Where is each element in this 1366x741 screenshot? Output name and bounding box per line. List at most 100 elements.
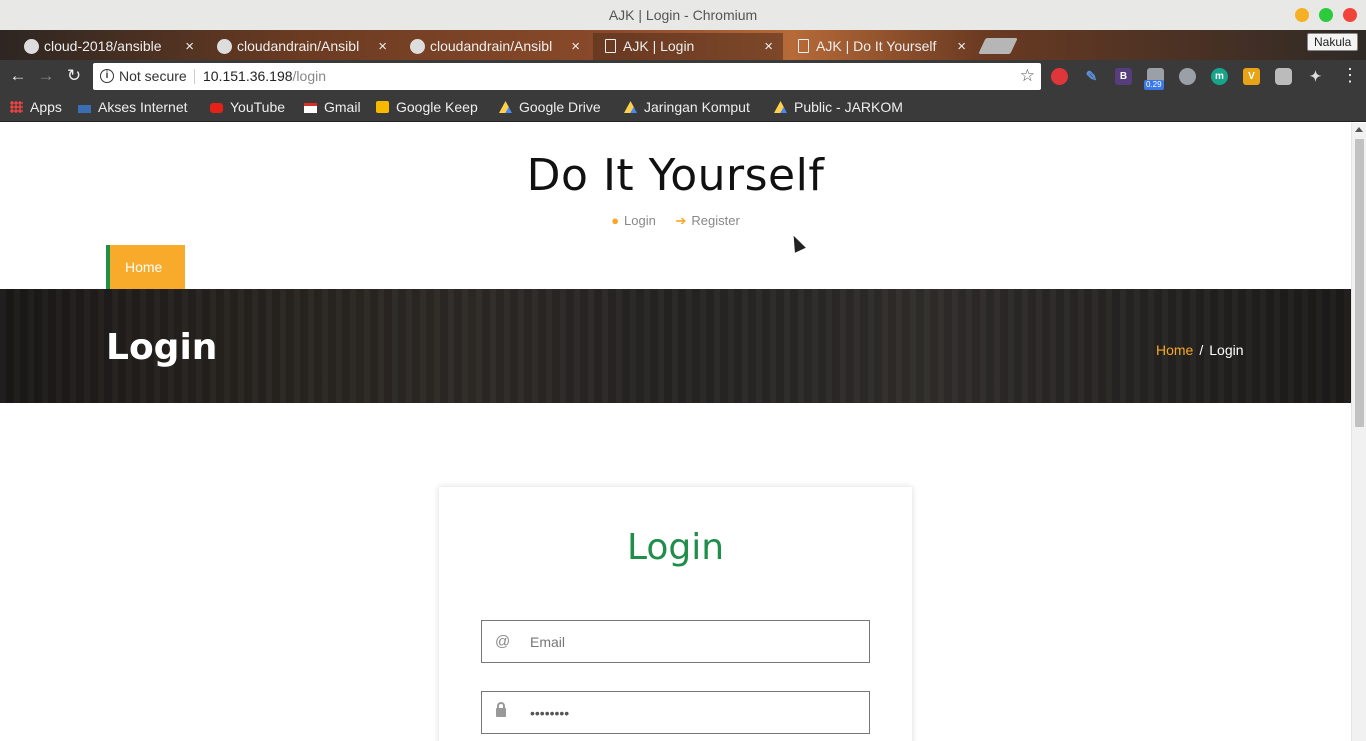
forward-arrow-icon[interactable]: → bbox=[36, 66, 56, 86]
page-banner: Login Home / Login bbox=[0, 289, 1351, 403]
drive-icon bbox=[774, 101, 787, 113]
reload-icon[interactable]: ↻ bbox=[64, 66, 84, 86]
tab-2[interactable]: cloudandrain/Ansibl × bbox=[207, 33, 397, 60]
bookmark-star-icon[interactable]: ☆ bbox=[1020, 66, 1035, 86]
tab-close-icon[interactable]: × bbox=[378, 33, 387, 60]
breadcrumb-separator: / bbox=[1199, 342, 1204, 358]
stop-hand-icon[interactable] bbox=[1051, 68, 1068, 85]
tab-close-icon[interactable]: × bbox=[185, 33, 194, 60]
url-divider bbox=[194, 69, 195, 84]
bootstrap-icon[interactable]: B bbox=[1115, 68, 1132, 85]
minimize-button[interactable] bbox=[1295, 8, 1309, 22]
bookmark-youtube[interactable]: YouTube bbox=[210, 93, 285, 121]
drive-icon bbox=[499, 101, 512, 113]
chat-icon[interactable] bbox=[1275, 68, 1292, 85]
tab-close-icon[interactable]: × bbox=[764, 33, 773, 60]
m-icon[interactable]: m bbox=[1211, 68, 1228, 85]
tab-label: AJK | Do It Yourself bbox=[816, 38, 937, 54]
scroll-up-icon[interactable] bbox=[1355, 127, 1363, 132]
bookmark-label: Google Drive bbox=[519, 99, 601, 115]
page-scrollbar[interactable] bbox=[1351, 123, 1366, 741]
browser-toolbar: ← → ↻ i Not secure 10.151.36.198/login ☆… bbox=[0, 60, 1366, 93]
window-title: AJK | Login - Chromium bbox=[608, 7, 758, 23]
bookmark-apps[interactable]: Apps bbox=[10, 93, 62, 121]
login-card-title: Login bbox=[626, 527, 725, 568]
bookmark-label: Apps bbox=[30, 99, 62, 115]
bookmark-label: Google Keep bbox=[396, 99, 478, 115]
tab-5[interactable]: AJK | Do It Yourself × bbox=[786, 33, 976, 60]
bookmark-jaringan-komputer[interactable]: Jaringan Komput bbox=[624, 93, 760, 121]
url-path: /login bbox=[292, 68, 326, 84]
tab-strip: cloud-2018/ansible × cloudandrain/Ansibl… bbox=[0, 30, 1366, 60]
extension-badge: 0.29 bbox=[1144, 80, 1164, 90]
github-icon bbox=[24, 39, 39, 54]
tab-close-icon[interactable]: × bbox=[571, 33, 580, 60]
new-tab-button[interactable] bbox=[978, 38, 1018, 54]
tab-label: cloudandrain/Ansibl bbox=[430, 38, 553, 54]
page-viewport: Do It Yourself ● Login ➔ Register Home Log… bbox=[0, 123, 1351, 741]
breadcrumb: Home / Login bbox=[1156, 342, 1244, 358]
bookmark-label: Gmail bbox=[324, 99, 361, 115]
youtube-icon bbox=[210, 103, 223, 113]
bookmark-google-drive[interactable]: Google Drive bbox=[499, 93, 601, 121]
url-host: 10.151.36.198 bbox=[203, 68, 293, 84]
maximize-button[interactable] bbox=[1319, 8, 1333, 22]
tab-label: cloud-2018/ansible bbox=[44, 38, 162, 54]
bookmark-label: Jaringan Komput bbox=[644, 99, 750, 115]
site-title: Do It Yourself bbox=[526, 150, 825, 201]
auth-links: ● Login ➔ Register bbox=[0, 213, 1351, 229]
address-bar[interactable]: i Not secure 10.151.36.198/login ☆ bbox=[93, 63, 1041, 90]
pen-icon[interactable]: ✎ bbox=[1083, 68, 1100, 85]
gmail-icon bbox=[304, 103, 317, 113]
bookmark-label: Public - JARKOM bbox=[794, 99, 903, 115]
apps-grid-icon bbox=[10, 101, 23, 113]
github-icon bbox=[410, 39, 425, 54]
password-field[interactable] bbox=[481, 691, 870, 734]
keep-icon bbox=[376, 101, 389, 113]
document-icon bbox=[605, 39, 616, 53]
arrow-right-icon: ➔ bbox=[675, 213, 687, 228]
url-text[interactable]: 10.151.36.198/login bbox=[203, 63, 326, 90]
password-input[interactable] bbox=[530, 692, 850, 733]
user-icon: ● bbox=[611, 213, 620, 228]
drive-icon bbox=[624, 101, 637, 113]
email-input[interactable] bbox=[530, 621, 850, 662]
tab-4-active[interactable]: AJK | Login × bbox=[593, 33, 783, 60]
breadcrumb-home[interactable]: Home bbox=[1156, 342, 1193, 358]
tab-label: AJK | Login bbox=[623, 38, 695, 54]
login-link[interactable]: ● Login bbox=[611, 213, 656, 228]
window-titlebar: AJK | Login - Chromium bbox=[0, 0, 1366, 30]
email-field[interactable]: @ bbox=[481, 620, 870, 663]
at-sign-icon: @ bbox=[495, 633, 511, 650]
bookmarks-bar: Apps Akses Internet YouTube Gmail Google… bbox=[0, 93, 1366, 122]
scrollbar-thumb[interactable] bbox=[1355, 139, 1364, 427]
tab-label: cloudandrain/Ansibl bbox=[237, 38, 360, 54]
its-icon bbox=[78, 105, 91, 113]
register-link[interactable]: ➔ Register bbox=[675, 213, 739, 228]
nav-home[interactable]: Home bbox=[106, 245, 185, 289]
banner-heading: Login bbox=[106, 327, 218, 368]
tab-1[interactable]: cloud-2018/ansible × bbox=[14, 33, 204, 60]
tools-icon[interactable]: ✦ bbox=[1307, 68, 1324, 85]
back-arrow-icon[interactable]: ← bbox=[8, 66, 28, 86]
lock-icon bbox=[496, 702, 506, 717]
close-window-button[interactable] bbox=[1343, 8, 1357, 22]
security-status[interactable]: Not secure bbox=[119, 63, 187, 90]
bookmark-google-keep[interactable]: Google Keep bbox=[376, 93, 478, 121]
bookmark-label: Akses Internet bbox=[98, 99, 188, 115]
cloud-icon[interactable] bbox=[1179, 68, 1196, 85]
document-icon bbox=[798, 39, 809, 53]
info-icon[interactable]: i bbox=[100, 69, 114, 83]
register-link-label: Register bbox=[691, 213, 740, 228]
tab-close-icon[interactable]: × bbox=[957, 33, 966, 60]
tab-3[interactable]: cloudandrain/Ansibl × bbox=[400, 33, 590, 60]
profile-button[interactable]: Nakula bbox=[1307, 33, 1359, 51]
github-icon bbox=[217, 39, 232, 54]
browser-menu-icon[interactable]: ⋮ bbox=[1341, 65, 1359, 85]
breadcrumb-current: Login bbox=[1209, 342, 1244, 358]
bookmark-gmail[interactable]: Gmail bbox=[304, 93, 361, 121]
bookmark-public-jarkom[interactable]: Public - JARKOM bbox=[774, 93, 903, 121]
bookmark-label: YouTube bbox=[230, 99, 286, 115]
bookmark-akses-internet[interactable]: Akses Internet bbox=[78, 93, 188, 121]
v-icon[interactable]: V bbox=[1243, 68, 1260, 85]
